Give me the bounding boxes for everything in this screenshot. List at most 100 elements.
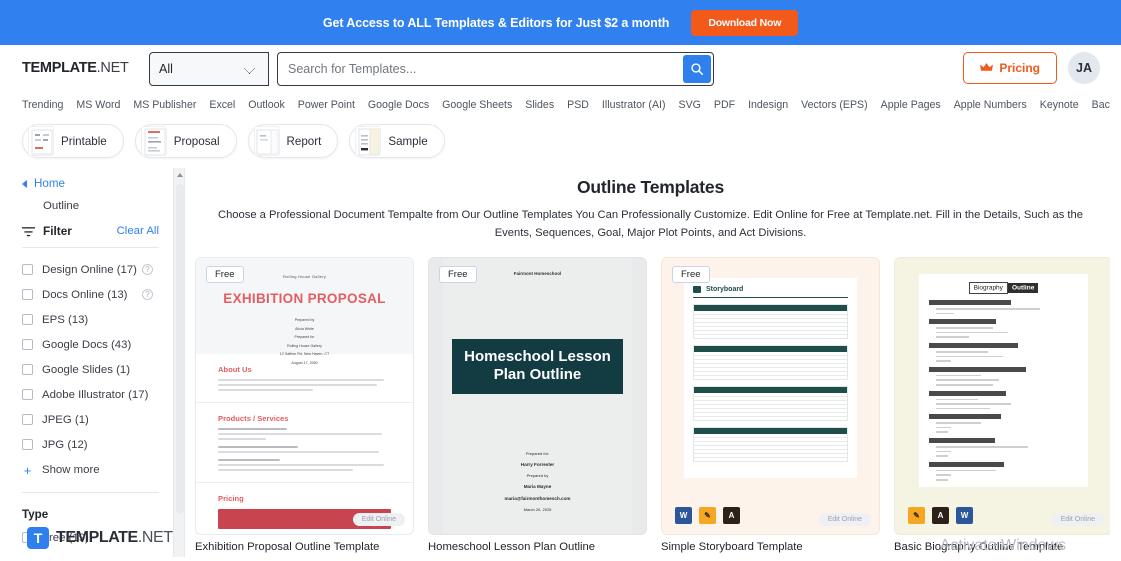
template-preview[interactable]: Free Storyboard W ✎ A Edit Online [661, 256, 880, 535]
pricing-button[interactable]: Pricing [963, 52, 1057, 84]
checkbox[interactable] [22, 414, 33, 425]
filter-option-google-slides[interactable]: Google Slides (1) [22, 357, 159, 382]
catnav-item-pdf[interactable]: PDF [714, 99, 735, 111]
pdf-icon[interactable]: A [932, 506, 949, 524]
filter-title: Filter [43, 224, 72, 238]
proposal-thumb-icon [144, 128, 166, 155]
catnav-item-power-point[interactable]: Power Point [298, 99, 355, 111]
scrollbar-thumb[interactable] [176, 184, 184, 514]
catnav-item-trending[interactable]: Trending [22, 99, 63, 111]
filter-option-design-online[interactable]: Design Online (17) ? [22, 257, 159, 282]
preview-scene-block [693, 303, 848, 339]
checkbox[interactable] [22, 339, 33, 350]
vertical-scrollbar[interactable] [173, 168, 185, 557]
chip-printable[interactable]: Printable [22, 124, 124, 158]
template-preview[interactable]: Biography Outline ✎ A W Edit Online [894, 256, 1110, 535]
edit-online-pill[interactable]: Edit Online [818, 512, 871, 526]
preview-section: Pricing [196, 483, 413, 503]
preview-meta-line: Prepared for: [525, 450, 550, 456]
logo-main: TEMPLATE [22, 60, 97, 76]
filter-option-docs-online[interactable]: Docs Online (13) ? [22, 282, 159, 307]
catnav-item-google-docs[interactable]: Google Docs [368, 99, 429, 111]
edit-online-pill[interactable]: Edit Online [1051, 512, 1104, 526]
search-button[interactable] [683, 55, 711, 83]
chip-report[interactable]: Report [247, 124, 339, 158]
template-card[interactable]: Free Storyboard W ✎ A Edit Online Simple… [661, 256, 880, 553]
catnav-item-apple-numbers[interactable]: Apple Numbers [954, 99, 1027, 111]
catnav-item-illustrator[interactable]: Illustrator (AI) [602, 99, 666, 111]
preview-meta-line: Rolling House Gallery [287, 343, 322, 348]
checkbox[interactable] [22, 364, 33, 375]
site-logo[interactable]: TEMPLATE.NET [22, 60, 129, 76]
chip-sample[interactable]: Sample [349, 124, 445, 158]
catnav-item-backgrounds[interactable]: Backgrounds [1092, 99, 1110, 111]
catnav-item-svg[interactable]: SVG [679, 99, 701, 111]
preview-meta-line: Prepared by [294, 317, 315, 322]
preview-section-heading: Products / Services [218, 413, 289, 423]
avatar[interactable]: JA [1068, 52, 1100, 84]
checkbox[interactable] [22, 314, 33, 325]
chip-thumbnail-icon [253, 126, 280, 156]
editor-icon[interactable]: ✎ [908, 506, 925, 524]
catnav-item-ms-word[interactable]: MS Word [76, 99, 120, 111]
catnav-item-excel[interactable]: Excel [209, 99, 235, 111]
preview-scene-header [694, 427, 847, 434]
search-input[interactable] [278, 53, 683, 85]
download-now-button[interactable]: Download Now [691, 9, 799, 36]
editor-icon[interactable]: ✎ [699, 506, 716, 524]
filter-option-google-docs[interactable]: Google Docs (43) [22, 332, 159, 357]
show-more-button[interactable]: + Show more [22, 457, 159, 483]
preview-section-bar [929, 366, 1026, 372]
catnav-item-google-sheets[interactable]: Google Sheets [442, 99, 512, 111]
checkbox[interactable] [22, 389, 33, 400]
template-preview[interactable]: Free Rolling House Gallery EXHIBITION PR… [195, 256, 414, 535]
filter-option-adobe-illustrator[interactable]: Adobe Illustrator (17) [22, 382, 159, 407]
template-title[interactable]: Simple Storyboard Template [661, 535, 880, 553]
help-icon[interactable]: ? [142, 289, 153, 300]
checkbox[interactable] [22, 264, 33, 275]
preview-heading-part2: Outline [1007, 283, 1039, 294]
preview-meta-line: Prepared for [294, 335, 315, 340]
pricing-label: Pricing [999, 61, 1040, 75]
status-badge: Free [206, 265, 244, 283]
template-title[interactable]: Homeschool Lesson Plan Outline [428, 535, 647, 553]
catnav-item-outlook[interactable]: Outlook [248, 99, 285, 111]
catnav-item-indesign[interactable]: Indesign [748, 99, 788, 111]
help-icon[interactable]: ? [142, 264, 153, 275]
pdf-icon[interactable]: A [723, 506, 740, 524]
filter-option-jpeg[interactable]: JPEG (1) [22, 407, 159, 432]
checkbox[interactable] [22, 439, 33, 450]
preview-scene-header [694, 386, 847, 393]
breadcrumb-home[interactable]: Home [22, 168, 159, 190]
scroll-up-arrow-icon[interactable] [177, 173, 183, 177]
filter-option-jpg[interactable]: JPG (12) [22, 432, 159, 457]
catnav-item-psd[interactable]: PSD [567, 99, 589, 111]
template-title[interactable]: Exhibition Proposal Outline Template [195, 535, 414, 553]
template-card[interactable]: Free Rolling House Gallery EXHIBITION PR… [195, 256, 414, 553]
template-card[interactable]: Biography Outline ✎ A W Edit Online Basi… [894, 256, 1110, 553]
filter-option-label: Adobe Illustrator (17) [42, 388, 149, 401]
catnav-item-slides[interactable]: Slides [525, 99, 554, 111]
catnav-item-ms-publisher[interactable]: MS Publisher [133, 99, 196, 111]
catnav-item-keynote[interactable]: Keynote [1040, 99, 1079, 111]
preview-scene-block [693, 344, 848, 380]
template-preview[interactable]: Free Fairmont Homeschool Homeschool Less… [428, 256, 647, 535]
main-content: Outline Templates Choose a Professional … [185, 168, 1110, 557]
format-icons: W ✎ A [675, 506, 740, 524]
app-window: TEMPLATE.NET All Search for Templates...… [11, 45, 1110, 557]
checkbox[interactable] [22, 289, 33, 300]
catnav-item-vectors-eps[interactable]: Vectors (EPS) [801, 99, 868, 111]
preview-section-bar [929, 299, 1011, 305]
edit-online-pill[interactable]: Edit Online [352, 512, 405, 526]
clear-all-button[interactable]: Clear All [117, 225, 159, 237]
word-icon[interactable]: W [956, 506, 973, 524]
filter-option-label: Google Docs (43) [42, 338, 132, 351]
template-card[interactable]: Free Fairmont Homeschool Homeschool Less… [428, 256, 647, 553]
catnav-item-apple-pages[interactable]: Apple Pages [881, 99, 941, 111]
filter-option-eps[interactable]: EPS (13) [22, 307, 159, 332]
category-select[interactable]: All [149, 52, 269, 86]
template-logo-icon: T [27, 527, 49, 549]
word-icon[interactable]: W [675, 506, 692, 524]
chip-proposal[interactable]: Proposal [134, 124, 237, 158]
header-actions: Pricing JA [963, 52, 1100, 84]
